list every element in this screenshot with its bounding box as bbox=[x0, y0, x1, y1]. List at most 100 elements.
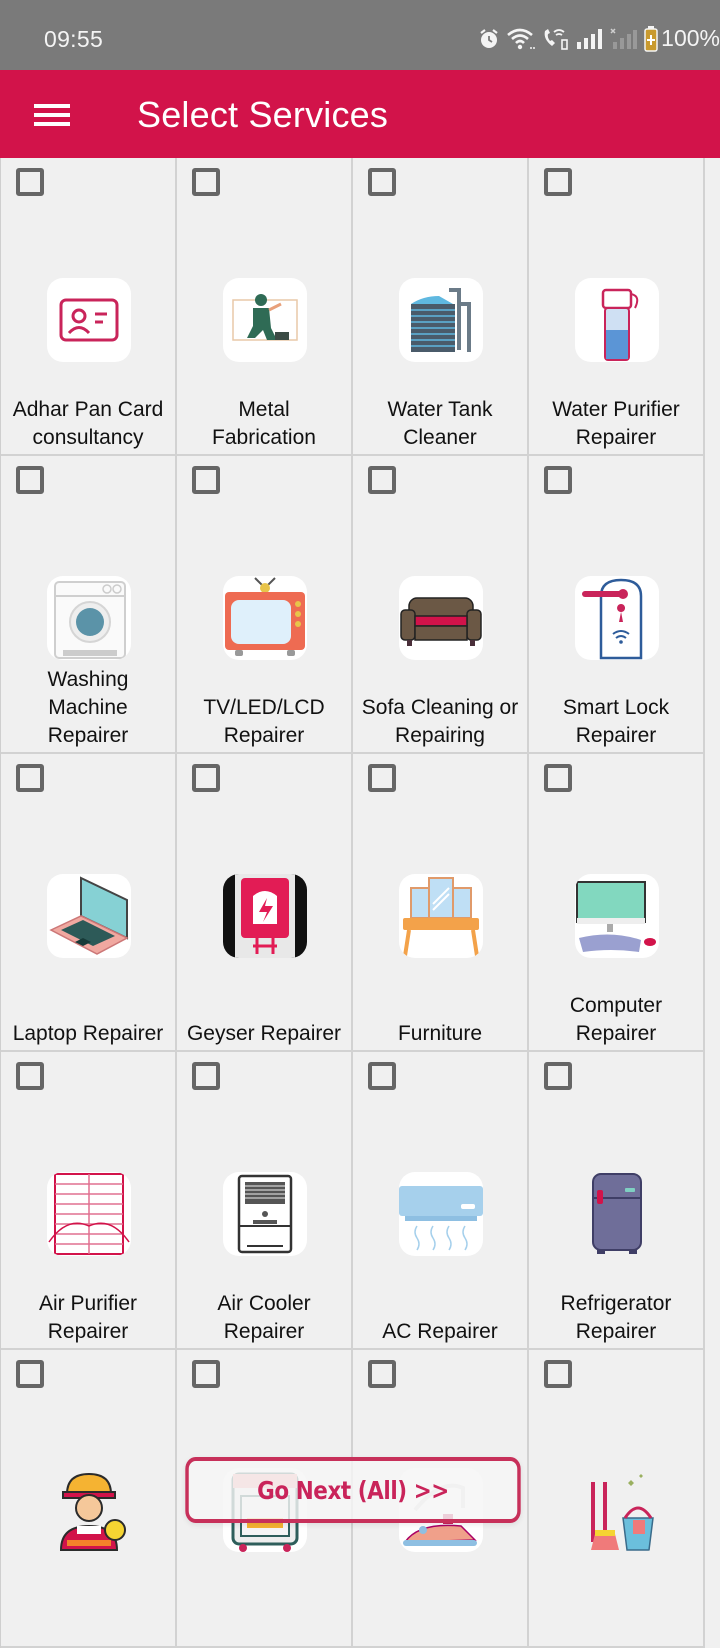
service-label: Refrigerator Repairer bbox=[529, 1262, 703, 1346]
service-checkbox[interactable] bbox=[368, 466, 396, 494]
service-label-line: Water Purifier bbox=[552, 398, 680, 421]
service-checkbox[interactable] bbox=[544, 764, 572, 792]
service-cell[interactable]: TV/LED/LCD Repairer bbox=[177, 456, 353, 754]
service-checkbox[interactable] bbox=[16, 466, 44, 494]
signal-no-service-icon bbox=[610, 28, 637, 49]
service-checkbox[interactable] bbox=[544, 1062, 572, 1090]
dressing-table-icon bbox=[399, 874, 483, 958]
battery-percentage: 100% bbox=[661, 25, 720, 51]
service-checkbox[interactable] bbox=[192, 764, 220, 792]
computer-icon bbox=[575, 874, 659, 958]
air-conditioner-icon bbox=[399, 1172, 483, 1256]
service-cell[interactable]: Adhar Pan Card consultancy bbox=[1, 158, 177, 456]
service-checkbox[interactable] bbox=[368, 1360, 396, 1388]
service-label-line: Repairer bbox=[223, 1320, 305, 1343]
service-cell[interactable]: Laptop Repairer bbox=[1, 754, 177, 1052]
battery-charging-icon bbox=[644, 26, 658, 52]
service-cell[interactable]: AC Repairer bbox=[353, 1052, 529, 1350]
smart-lock-icon bbox=[575, 576, 659, 660]
wifi-calling-icon bbox=[544, 29, 568, 50]
service-cell[interactable] bbox=[529, 1350, 705, 1648]
service-label: Smart Lock Repairer bbox=[529, 666, 703, 750]
service-label-line: Washing bbox=[47, 668, 129, 691]
service-label: Metal Fabrication bbox=[177, 368, 351, 452]
hamburger-menu-icon[interactable] bbox=[28, 94, 76, 134]
service-label bbox=[529, 1560, 703, 1644]
service-label-line: Repairer bbox=[47, 1320, 129, 1343]
service-checkbox[interactable] bbox=[368, 1062, 396, 1090]
service-label: Geyser Repairer bbox=[177, 964, 351, 1048]
service-cell[interactable]: Water Tank Cleaner bbox=[353, 158, 529, 456]
service-label: AC Repairer bbox=[353, 1262, 527, 1346]
service-checkbox[interactable] bbox=[192, 466, 220, 494]
laptop-icon bbox=[47, 874, 131, 958]
service-label-line: Furniture bbox=[397, 1022, 483, 1045]
service-cell[interactable]: Geyser Repairer bbox=[177, 754, 353, 1052]
service-label-line: Air Cooler bbox=[217, 1292, 311, 1315]
service-label bbox=[353, 1560, 527, 1644]
service-checkbox[interactable] bbox=[192, 1360, 220, 1388]
service-label: Water Purifier Repairer bbox=[529, 368, 703, 452]
service-label-line: Geyser Repairer bbox=[186, 1022, 342, 1045]
service-checkbox[interactable] bbox=[368, 168, 396, 196]
service-cell[interactable]: Refrigerator Repairer bbox=[529, 1052, 705, 1350]
service-checkbox[interactable] bbox=[16, 168, 44, 196]
service-label: Air Cooler Repairer bbox=[177, 1262, 351, 1346]
service-checkbox[interactable] bbox=[544, 168, 572, 196]
status-time: 09:55 bbox=[44, 26, 104, 52]
refrigerator-icon bbox=[575, 1172, 659, 1256]
service-cell[interactable]: Air Purifier Repairer bbox=[1, 1052, 177, 1350]
service-label-line: Repairer bbox=[575, 724, 657, 747]
service-checkbox[interactable] bbox=[192, 168, 220, 196]
service-cell[interactable]: Sofa Cleaning or Repairing bbox=[353, 456, 529, 754]
service-label: Laptop Repairer bbox=[1, 964, 175, 1048]
service-label-line: Machine bbox=[48, 696, 128, 719]
service-label-line: Metal bbox=[238, 398, 290, 421]
service-label: Washing Machine Repairer bbox=[1, 666, 175, 750]
service-checkbox[interactable] bbox=[544, 1360, 572, 1388]
service-checkbox[interactable] bbox=[16, 1360, 44, 1388]
service-cell[interactable]: Washing Machine Repairer bbox=[1, 456, 177, 754]
service-label: Sofa Cleaning or Repairing bbox=[353, 666, 527, 750]
service-label-line: consultancy bbox=[32, 426, 144, 449]
service-label-line: AC Repairer bbox=[382, 1320, 498, 1343]
electrician-icon bbox=[47, 1468, 131, 1552]
service-checkbox[interactable] bbox=[368, 764, 396, 792]
service-label-line: Repairer bbox=[575, 1320, 657, 1343]
service-label-line: Repairer bbox=[223, 724, 305, 747]
service-cell[interactable]: Smart Lock Repairer bbox=[529, 456, 705, 754]
alarm-icon bbox=[480, 29, 498, 48]
status-bar: 09:55 100% bbox=[0, 0, 720, 70]
service-cell[interactable] bbox=[1, 1350, 177, 1648]
tv-icon bbox=[223, 576, 307, 660]
water-tank-icon bbox=[399, 278, 483, 362]
service-checkbox[interactable] bbox=[16, 1062, 44, 1090]
service-cell[interactable]: Air Cooler Repairer bbox=[177, 1052, 353, 1350]
air-cooler-icon bbox=[223, 1172, 307, 1256]
service-cell[interactable]: Furniture bbox=[353, 754, 529, 1052]
service-cell[interactable]: Computer Repairer bbox=[529, 754, 705, 1052]
service-label-line: Laptop Repairer bbox=[12, 1022, 164, 1045]
service-label-line: Repairing bbox=[395, 724, 485, 747]
service-label-line: Smart Lock bbox=[562, 696, 670, 719]
status-icons: 100% bbox=[478, 25, 720, 52]
service-cell[interactable]: Metal Fabrication bbox=[177, 158, 353, 456]
service-label-line: TV/LED/LCD bbox=[203, 696, 325, 719]
service-checkbox[interactable] bbox=[544, 466, 572, 494]
water-purifier-icon bbox=[575, 278, 659, 362]
service-label: Air Purifier Repairer bbox=[1, 1262, 175, 1346]
service-label: Adhar Pan Card consultancy bbox=[1, 368, 175, 452]
service-cell[interactable]: Water Purifier Repairer bbox=[529, 158, 705, 456]
go-next-button[interactable]: Go Next (All) >> bbox=[185, 1457, 521, 1523]
service-label bbox=[177, 1560, 351, 1644]
service-label-line: Computer bbox=[569, 994, 663, 1017]
service-label-line: Fabrication bbox=[212, 426, 316, 449]
service-label-line: Water Tank bbox=[387, 398, 493, 421]
service-checkbox[interactable] bbox=[192, 1062, 220, 1090]
service-label-line: Repairer bbox=[575, 426, 657, 449]
cleaning-supplies-icon bbox=[575, 1468, 659, 1552]
service-label-line: Refrigerator bbox=[560, 1292, 672, 1315]
service-label: Water Tank Cleaner bbox=[353, 368, 527, 452]
page-title: Select Services bbox=[137, 94, 389, 135]
service-checkbox[interactable] bbox=[16, 764, 44, 792]
